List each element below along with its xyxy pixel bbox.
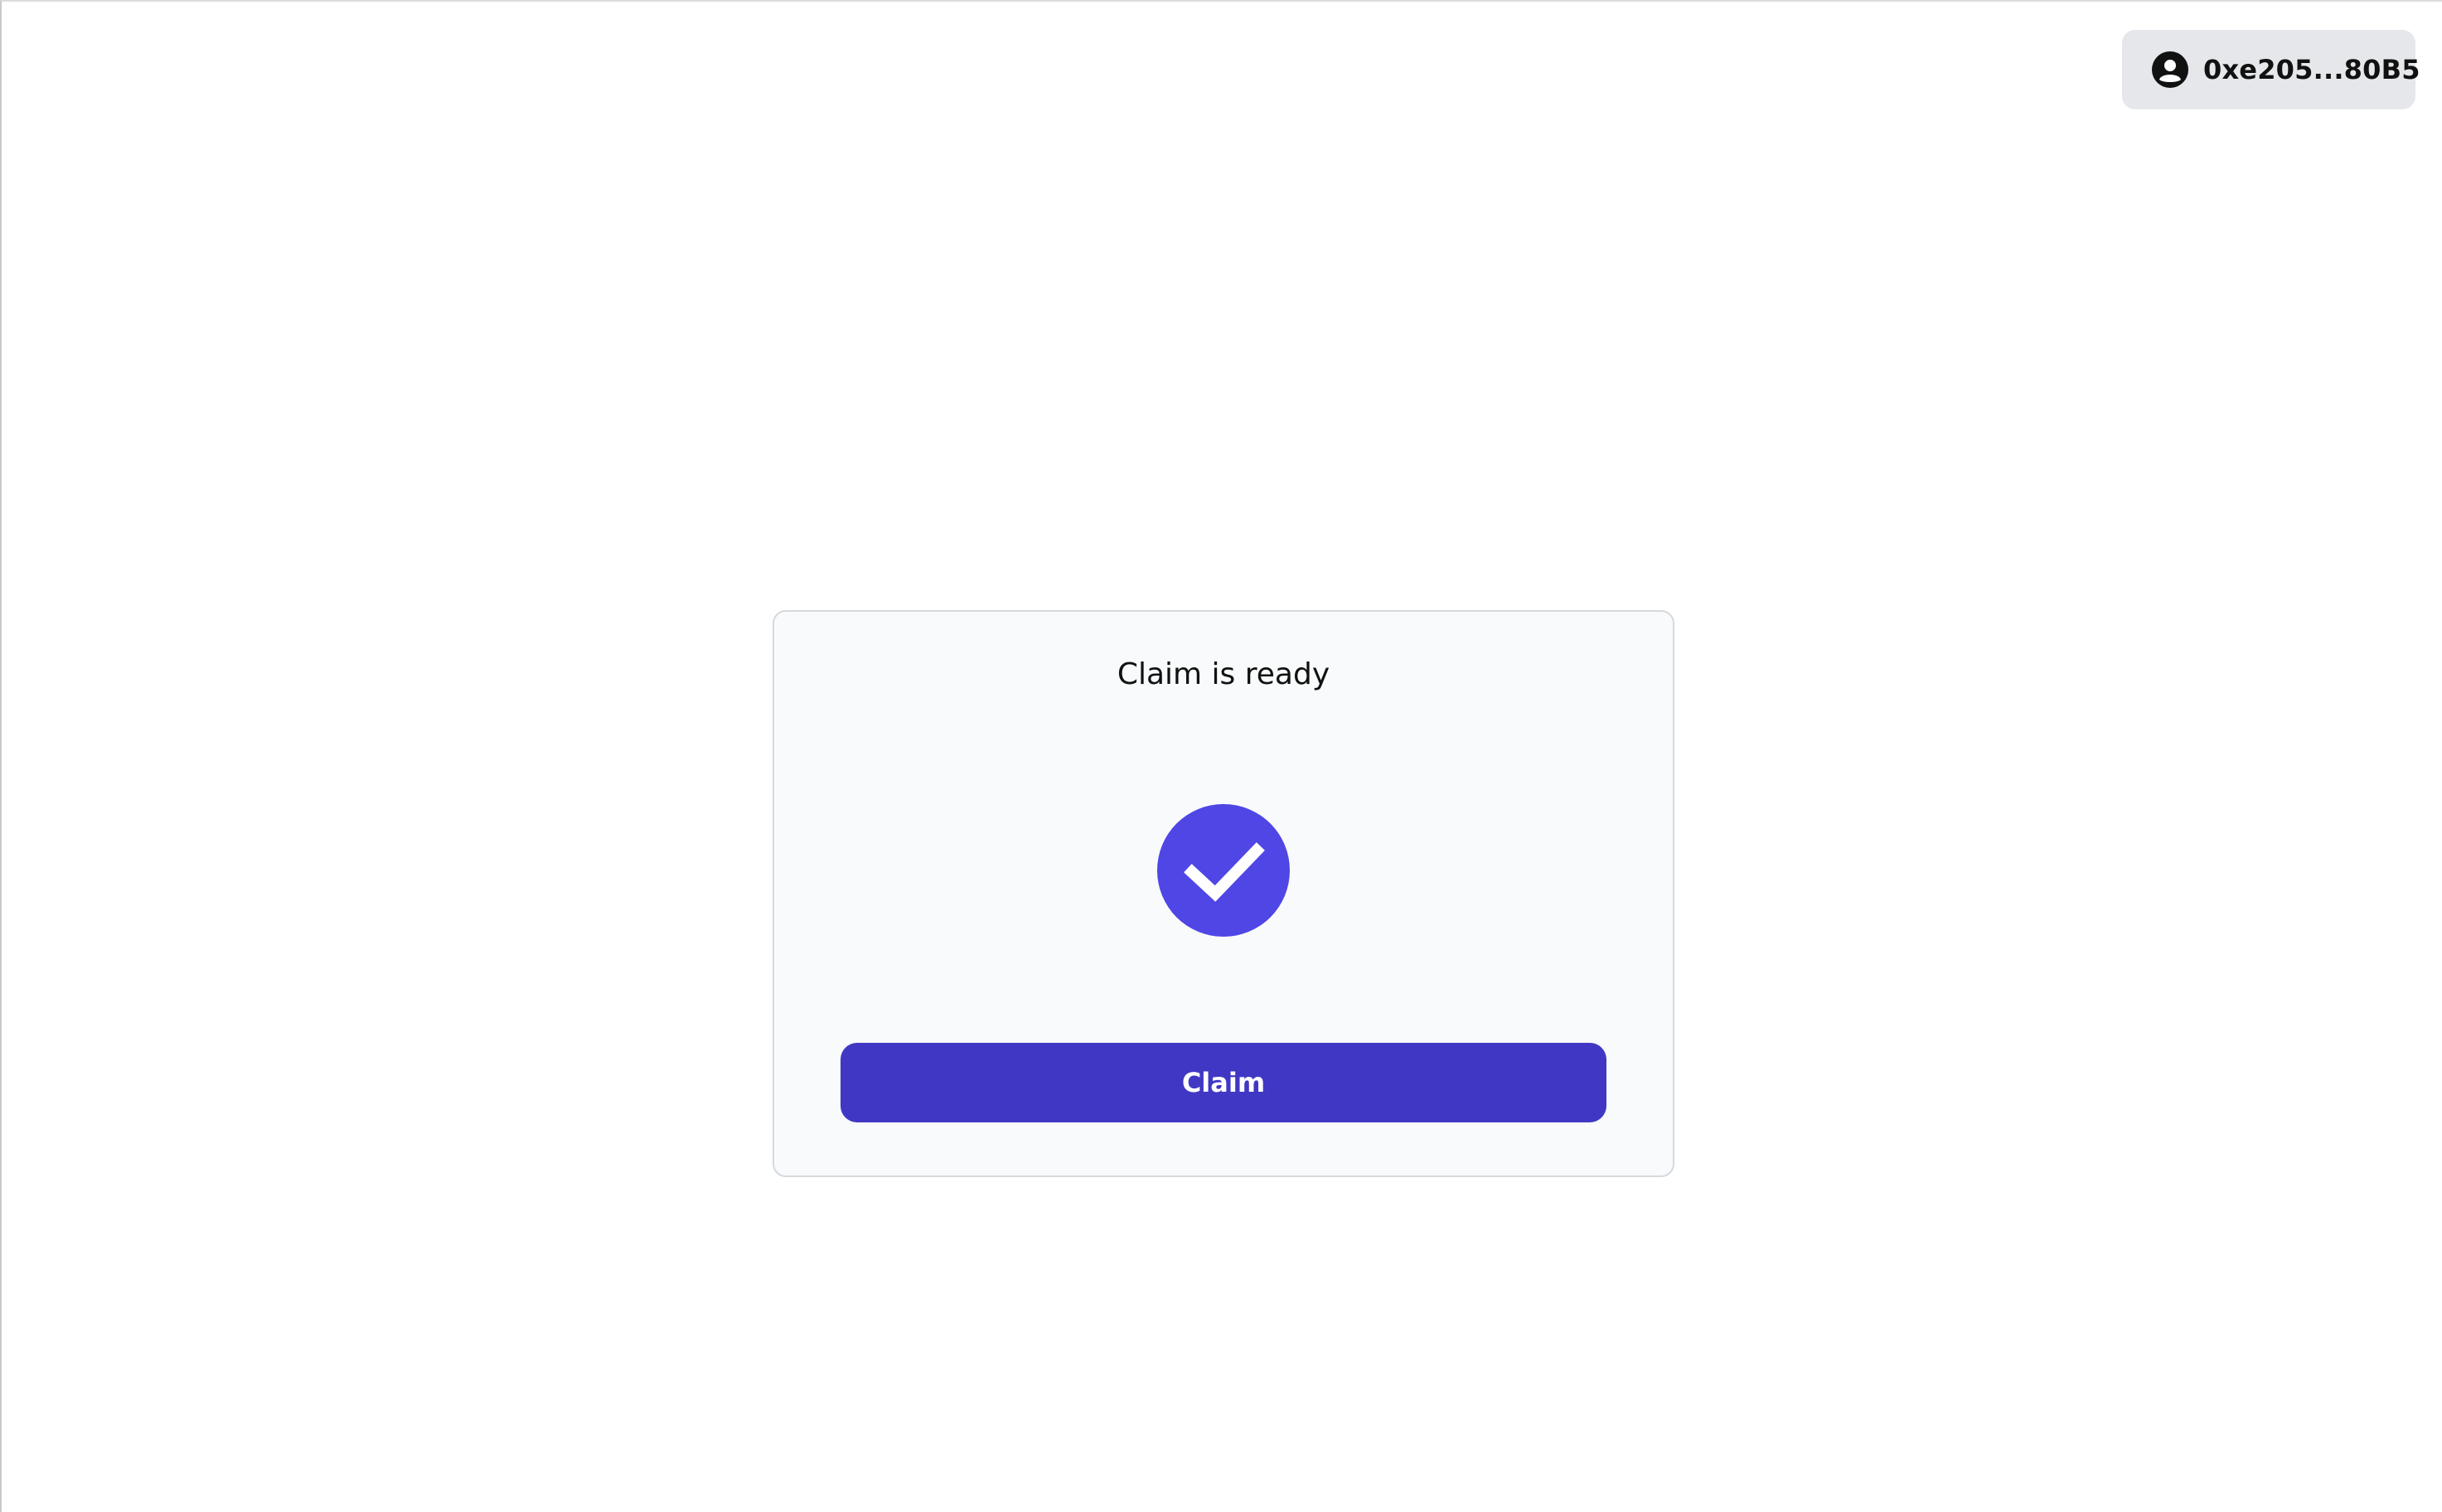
claim-button[interactable]: Claim [841, 1043, 1606, 1122]
card-title: Claim is ready [1117, 657, 1330, 691]
user-circle-icon [2152, 51, 2188, 88]
check-circle-icon [1157, 804, 1290, 937]
account-address: 0xe205...80B5 [2203, 54, 2420, 85]
app-window: 0xe205...80B5 Claim is ready Claim [0, 0, 2442, 1512]
account-button[interactable]: 0xe205...80B5 [2122, 30, 2420, 109]
claim-card: Claim is ready Claim [773, 610, 1674, 1177]
